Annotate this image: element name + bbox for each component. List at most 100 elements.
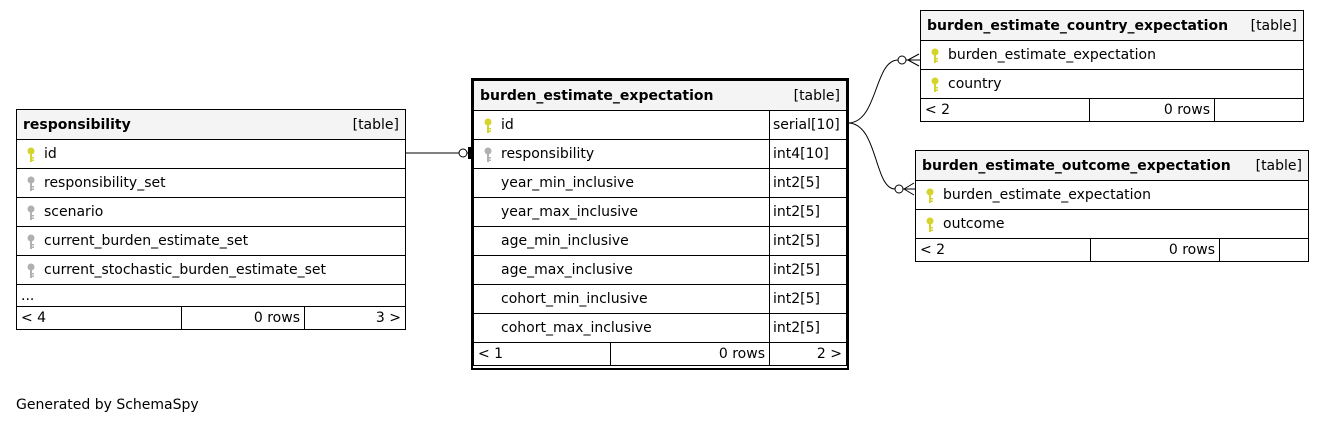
column-row[interactable]: age_min_inclusive int2[5] — [473, 226, 847, 256]
column-name: current_burden_estimate_set — [44, 233, 249, 249]
children-count[interactable] — [1214, 98, 1304, 122]
table-name[interactable]: burden_estimate_outcome_expectation — [916, 158, 1231, 174]
column-name-cell[interactable]: current_stochastic_burden_estimate_set — [16, 255, 406, 285]
column-type: int4[10] — [769, 139, 847, 169]
relationship-expectation-to-country-expectation — [847, 53, 920, 124]
column-name-cell[interactable]: age_max_inclusive — [473, 255, 770, 285]
column-name: current_stochastic_burden_estimate_set — [44, 262, 327, 278]
column-name: country — [948, 76, 1002, 92]
table-burden-estimate-outcome-expectation[interactable]: burden_estimate_outcome_expectation [tab… — [915, 150, 1309, 262]
column-row[interactable]: responsibility int4[10] — [473, 139, 847, 169]
column-name-cell[interactable]: responsibility — [473, 139, 770, 169]
primary-key-icon — [27, 147, 35, 162]
table-header[interactable]: responsibility [table] — [16, 109, 406, 140]
column-name-cell[interactable]: cohort_max_inclusive — [473, 313, 770, 343]
column-type: int2[5] — [769, 226, 847, 256]
column-row[interactable]: current_stochastic_burden_estimate_set — [16, 255, 406, 285]
column-row[interactable]: responsibility_set — [16, 168, 406, 198]
column-name-cell[interactable]: country — [920, 69, 1304, 99]
table-tag: [table] — [1250, 17, 1297, 34]
table-burden-estimate-country-expectation[interactable]: burden_estimate_country_expectation [tab… — [920, 10, 1304, 122]
column-name: id — [44, 146, 57, 162]
table-burden-estimate-expectation[interactable]: burden_estimate_expectation [table] id se… — [473, 80, 847, 366]
parents-count[interactable]: < 2 — [920, 98, 1090, 122]
column-name: year_max_inclusive — [501, 204, 639, 220]
table-name[interactable]: responsibility — [17, 117, 131, 133]
primary-key-icon — [484, 118, 492, 133]
table-header[interactable]: burden_estimate_expectation [table] — [473, 80, 847, 111]
column-type: int2[5] — [769, 313, 847, 343]
column-row[interactable]: id serial[10] — [473, 110, 847, 140]
table-header[interactable]: burden_estimate_outcome_expectation [tab… — [915, 150, 1309, 181]
row-count: 0 rows — [1089, 98, 1215, 122]
column-type: int2[5] — [769, 255, 847, 285]
children-count[interactable] — [1219, 238, 1309, 262]
foreign-key-icon — [27, 263, 35, 278]
column-name-cell[interactable]: id — [16, 139, 406, 169]
column-row[interactable]: id — [16, 139, 406, 169]
table-responsibility[interactable]: responsibility [table] id responsibility_… — [16, 109, 406, 330]
parents-count[interactable]: < 4 — [16, 306, 182, 330]
foreign-key-icon — [484, 147, 492, 162]
generated-by-label: Generated by SchemaSpy — [16, 397, 199, 413]
column-row[interactable]: country — [920, 69, 1304, 99]
column-name-cell[interactable]: outcome — [915, 209, 1309, 239]
column-name-cell[interactable]: burden_estimate_expectation — [915, 180, 1309, 210]
children-count[interactable]: 3 > — [304, 306, 406, 330]
primary-key-icon — [926, 217, 934, 232]
column-name: cohort_max_inclusive — [501, 320, 652, 336]
column-name: cohort_min_inclusive — [501, 291, 648, 307]
column-name: id — [501, 117, 514, 133]
column-name-cell[interactable]: cohort_min_inclusive — [473, 284, 770, 314]
primary-key-icon — [931, 48, 939, 63]
column-name-cell[interactable]: id — [473, 110, 770, 140]
column-name-cell[interactable]: age_min_inclusive — [473, 226, 770, 256]
column-name: outcome — [943, 216, 1005, 232]
column-row[interactable]: scenario — [16, 197, 406, 227]
primary-key-icon — [926, 188, 934, 203]
row-count: 0 rows — [1090, 238, 1220, 262]
relationship-responsibility-to-expectation — [405, 147, 472, 159]
column-name-cell[interactable]: scenario — [16, 197, 406, 227]
column-row[interactable]: age_max_inclusive int2[5] — [473, 255, 847, 285]
column-row[interactable]: cohort_max_inclusive int2[5] — [473, 313, 847, 343]
column-type: int2[5] — [769, 284, 847, 314]
column-name-cell[interactable]: responsibility_set — [16, 168, 406, 198]
foreign-key-icon — [27, 176, 35, 191]
column-name: responsibility_set — [44, 175, 166, 191]
parents-count[interactable]: < 2 — [915, 238, 1091, 262]
column-row[interactable]: cohort_min_inclusive int2[5] — [473, 284, 847, 314]
table-name[interactable]: burden_estimate_country_expectation — [921, 18, 1228, 34]
table-header[interactable]: burden_estimate_country_expectation [tab… — [920, 10, 1304, 41]
column-name: scenario — [44, 204, 104, 220]
column-name-cell[interactable]: burden_estimate_expectation — [920, 40, 1304, 70]
column-name: age_min_inclusive — [501, 233, 629, 249]
column-name: burden_estimate_expectation — [948, 47, 1156, 63]
column-name-cell[interactable]: year_min_inclusive — [473, 168, 770, 198]
column-row[interactable]: outcome — [915, 209, 1309, 239]
column-name-cell[interactable]: current_burden_estimate_set — [16, 226, 406, 256]
column-name: responsibility — [501, 146, 595, 162]
foreign-key-icon — [27, 205, 35, 220]
row-count: 0 rows — [610, 342, 770, 366]
table-name[interactable]: burden_estimate_expectation — [474, 88, 713, 104]
column-type: int2[5] — [769, 168, 847, 198]
parents-count[interactable]: < 1 — [473, 342, 611, 366]
column-name: burden_estimate_expectation — [943, 187, 1151, 203]
column-name: age_max_inclusive — [501, 262, 633, 278]
primary-key-icon — [931, 77, 939, 92]
children-count[interactable]: 2 > — [769, 342, 847, 366]
row-count: 0 rows — [181, 306, 305, 330]
table-tag: [table] — [352, 116, 399, 133]
column-type: int2[5] — [769, 197, 847, 227]
column-name-cell[interactable]: year_max_inclusive — [473, 197, 770, 227]
column-row[interactable]: burden_estimate_expectation — [915, 180, 1309, 210]
foreign-key-icon — [27, 234, 35, 249]
table-tag: [table] — [1255, 157, 1302, 174]
column-name: year_min_inclusive — [501, 175, 634, 191]
column-row[interactable]: year_max_inclusive int2[5] — [473, 197, 847, 227]
more-columns-ellipsis: ... — [16, 284, 406, 307]
column-row[interactable]: year_min_inclusive int2[5] — [473, 168, 847, 198]
column-row[interactable]: burden_estimate_expectation — [920, 40, 1304, 70]
column-row[interactable]: current_burden_estimate_set — [16, 226, 406, 256]
